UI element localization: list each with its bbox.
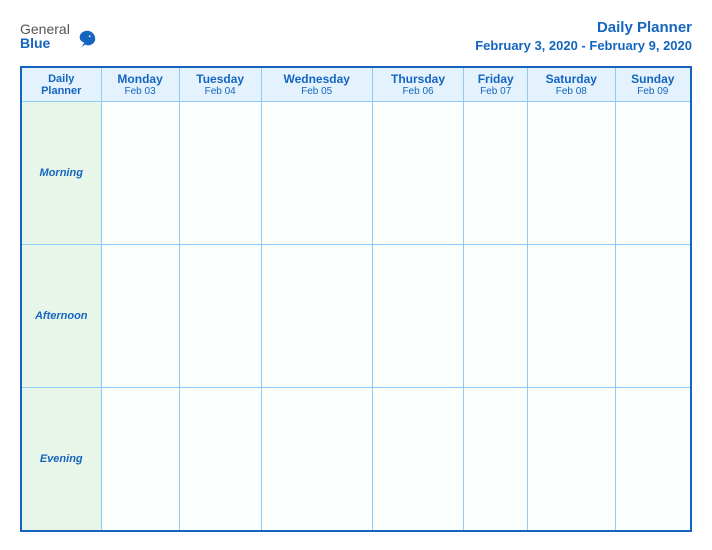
afternoon-sunday-cell[interactable] (615, 245, 691, 388)
evening-row: Evening (21, 388, 691, 531)
header-cell-tuesday: Tuesday Feb 04 (179, 67, 261, 102)
wednesday-date: Feb 05 (264, 86, 370, 97)
afternoon-friday-cell[interactable] (464, 245, 528, 388)
logo: General Blue (20, 22, 98, 50)
title-area: Daily Planner February 3, 2020 - Februar… (475, 18, 692, 54)
saturday-date: Feb 08 (530, 86, 613, 97)
header-cell-sunday: Sunday Feb 09 (615, 67, 691, 102)
sunday-date: Feb 09 (618, 86, 688, 97)
morning-tuesday-cell[interactable] (179, 102, 261, 245)
morning-label-cell: Morning (21, 102, 101, 245)
morning-sunday-cell[interactable] (615, 102, 691, 245)
afternoon-label-cell: Afternoon (21, 245, 101, 388)
planner-table: DailyPlanner Monday Feb 03 Tuesday Feb 0… (20, 66, 692, 532)
header-cell-wednesday: Wednesday Feb 05 (261, 67, 372, 102)
evening-saturday-cell[interactable] (528, 388, 616, 531)
daily-label: DailyPlanner (41, 73, 81, 97)
wednesday-day: Wednesday (264, 72, 370, 86)
evening-label-cell: Evening (21, 388, 101, 531)
header-cell-thursday: Thursday Feb 06 (372, 67, 464, 102)
afternoon-wednesday-cell[interactable] (261, 245, 372, 388)
morning-saturday-cell[interactable] (528, 102, 616, 245)
friday-day: Friday (466, 72, 525, 86)
tuesday-date: Feb 04 (182, 86, 259, 97)
afternoon-tuesday-cell[interactable] (179, 245, 261, 388)
morning-row: Morning (21, 102, 691, 245)
header-row: DailyPlanner Monday Feb 03 Tuesday Feb 0… (21, 67, 691, 102)
afternoon-saturday-cell[interactable] (528, 245, 616, 388)
page-header: General Blue Daily Planner February 3, 2… (20, 18, 692, 54)
tuesday-day: Tuesday (182, 72, 259, 86)
thursday-date: Feb 06 (375, 86, 462, 97)
monday-day: Monday (104, 72, 177, 86)
afternoon-row: Afternoon (21, 245, 691, 388)
evening-sunday-cell[interactable] (615, 388, 691, 531)
evening-monday-cell[interactable] (101, 388, 179, 531)
planner-title: Daily Planner (475, 18, 692, 38)
logo-blue: Blue (20, 36, 70, 50)
saturday-day: Saturday (530, 72, 613, 86)
header-cell-daily-planner: DailyPlanner (21, 67, 101, 102)
morning-friday-cell[interactable] (464, 102, 528, 245)
header-cell-saturday: Saturday Feb 08 (528, 67, 616, 102)
evening-wednesday-cell[interactable] (261, 388, 372, 531)
morning-wednesday-cell[interactable] (261, 102, 372, 245)
evening-thursday-cell[interactable] (372, 388, 464, 531)
logo-general: General (20, 22, 70, 36)
header-cell-monday: Monday Feb 03 (101, 67, 179, 102)
header-cell-friday: Friday Feb 07 (464, 67, 528, 102)
planner-subtitle: February 3, 2020 - February 9, 2020 (475, 38, 692, 55)
evening-friday-cell[interactable] (464, 388, 528, 531)
friday-date: Feb 07 (466, 86, 525, 97)
morning-thursday-cell[interactable] (372, 102, 464, 245)
thursday-day: Thursday (375, 72, 462, 86)
afternoon-thursday-cell[interactable] (372, 245, 464, 388)
morning-monday-cell[interactable] (101, 102, 179, 245)
sunday-day: Sunday (618, 72, 688, 86)
logo-bird-icon (76, 28, 98, 50)
evening-tuesday-cell[interactable] (179, 388, 261, 531)
afternoon-monday-cell[interactable] (101, 245, 179, 388)
monday-date: Feb 03 (104, 86, 177, 97)
